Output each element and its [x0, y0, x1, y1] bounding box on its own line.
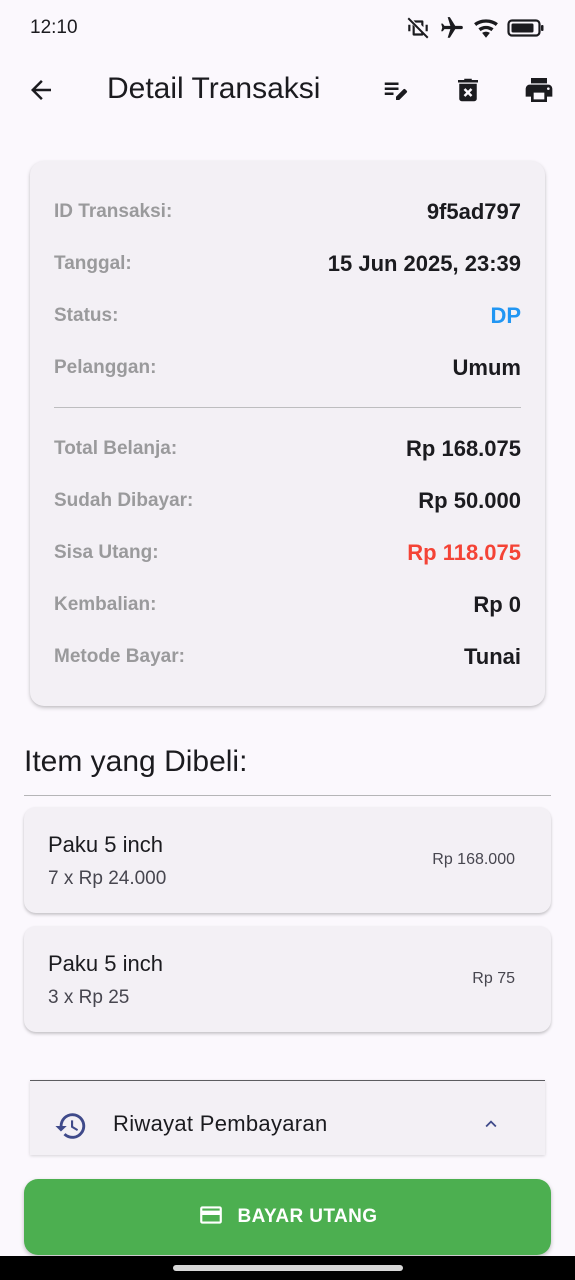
airplane-icon [439, 15, 465, 41]
chevron-up-icon[interactable] [480, 1113, 502, 1140]
back-button[interactable] [22, 73, 60, 111]
print-icon [523, 74, 555, 111]
items-section-title: Item yang Dibeli: [24, 745, 248, 778]
summary-row-status: Status: DP [54, 301, 521, 331]
item-quantity: 3 x Rp 25 [48, 987, 130, 1008]
transaction-summary-card: ID Transaksi: 9f5ad797 Tanggal: 15 Jun 2… [30, 161, 545, 706]
summary-row-id: ID Transaksi: 9f5ad797 [54, 197, 521, 227]
change-value: Rp 0 [473, 592, 521, 617]
customer-value: Umum [452, 355, 521, 380]
item-name: Paku 5 inch [48, 832, 163, 857]
section-divider [24, 795, 551, 796]
item-quantity: 7 x Rp 24.000 [48, 868, 167, 889]
summary-label: Sisa Utang: [54, 542, 159, 563]
item-price: Rp 75 [472, 970, 515, 987]
summary-label: Status: [54, 305, 119, 326]
summary-row-total: Total Belanja: Rp 168.075 [54, 434, 521, 464]
vibrate-off-icon [405, 15, 431, 41]
summary-label: Metode Bayar: [54, 646, 185, 667]
home-gesture-handle[interactable] [173, 1265, 403, 1271]
delete-button[interactable] [449, 73, 487, 111]
paid-value: Rp 50.000 [418, 488, 521, 513]
list-item[interactable]: Paku 5 inch 3 x Rp 25 Rp 75 [24, 926, 551, 1032]
status-icons [405, 15, 545, 41]
app-bar: Detail Transaksi [0, 56, 575, 126]
payment-history-panel[interactable]: Riwayat Pembayaran [30, 1080, 545, 1155]
edit-note-icon [381, 75, 411, 110]
summary-label: Total Belanja: [54, 438, 178, 459]
summary-row-customer: Pelanggan: Umum [54, 353, 521, 383]
summary-row-date: Tanggal: 15 Jun 2025, 23:39 [54, 249, 521, 279]
summary-label: Sudah Dibayar: [54, 490, 194, 511]
status-time: 12:10 [30, 17, 78, 38]
summary-row-paid: Sudah Dibayar: Rp 50.000 [54, 486, 521, 516]
summary-label: Kembalian: [54, 594, 157, 615]
summary-row-debt: Sisa Utang: Rp 118.075 [54, 538, 521, 568]
item-name: Paku 5 inch [48, 951, 163, 976]
debt-value: Rp 118.075 [407, 540, 521, 565]
list-item[interactable]: Paku 5 inch 7 x Rp 24.000 Rp 168.000 [24, 807, 551, 913]
summary-divider [54, 407, 521, 408]
system-nav-bar [0, 1256, 575, 1280]
summary-row-change: Kembalian: Rp 0 [54, 590, 521, 620]
edit-button[interactable] [377, 73, 415, 111]
total-value: Rp 168.075 [406, 436, 521, 461]
wifi-icon [473, 15, 499, 41]
pay-debt-button[interactable]: BAYAR UTANG [24, 1179, 551, 1255]
delete-icon [453, 75, 483, 110]
transaction-id-value: 9f5ad797 [426, 199, 521, 224]
status-badge: DP [490, 303, 521, 328]
summary-label: ID Transaksi: [54, 201, 173, 222]
item-price: Rp 168.000 [432, 851, 515, 868]
page-title: Detail Transaksi [107, 72, 321, 105]
date-value: 15 Jun 2025, 23:39 [327, 251, 521, 276]
pay-debt-label: BAYAR UTANG [237, 1206, 378, 1227]
print-button[interactable] [520, 73, 558, 111]
arrow-left-icon [26, 75, 56, 110]
battery-icon [507, 17, 545, 39]
status-bar: 12:10 [0, 0, 575, 56]
summary-label: Pelanggan: [54, 357, 157, 378]
credit-card-icon [198, 1202, 224, 1233]
summary-label: Tanggal: [54, 253, 132, 274]
payment-method-value: Tunai [463, 644, 521, 669]
summary-row-method: Metode Bayar: Tunai [54, 642, 521, 672]
history-icon [54, 1109, 88, 1148]
payment-history-label: Riwayat Pembayaran [113, 1111, 328, 1136]
